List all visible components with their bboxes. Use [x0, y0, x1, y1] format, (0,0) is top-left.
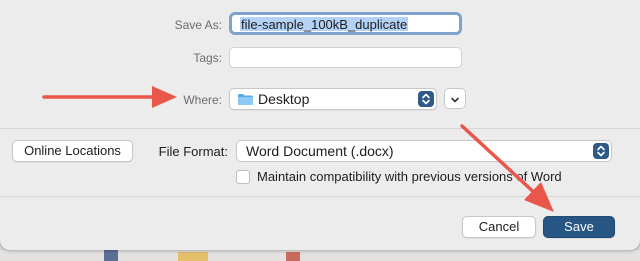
file-format-value: Word Document (.docx) [246, 143, 394, 159]
tags-input[interactable] [229, 47, 462, 68]
expand-dialog-button[interactable] [444, 88, 466, 109]
divider [0, 128, 640, 129]
filename-input[interactable]: file-sample_100kB_duplicate [229, 12, 462, 35]
chevron-down-icon [449, 93, 461, 111]
where-popup[interactable]: Desktop [229, 88, 437, 110]
background-element [286, 252, 300, 261]
tags-label: Tags: [193, 51, 222, 65]
file-format-popup[interactable]: Word Document (.docx) [236, 140, 612, 162]
where-label: Where: [183, 93, 222, 107]
save-dialog: Save As: file-sample_100kB_duplicate Tag… [0, 0, 640, 250]
cancel-button[interactable]: Cancel [462, 216, 536, 238]
compatibility-checkbox[interactable] [236, 170, 250, 184]
filename-text: file-sample_100kB_duplicate [240, 17, 409, 32]
save-as-label: Save As: [174, 18, 222, 32]
background-element [178, 252, 208, 261]
compatibility-label[interactable]: Maintain compatibility with previous ver… [257, 169, 562, 184]
divider [0, 196, 640, 197]
file-format-label: File Format: [158, 144, 228, 159]
up-down-chevron-icon[interactable] [418, 91, 434, 107]
where-value: Desktop [258, 91, 310, 107]
folder-icon [237, 93, 254, 106]
background-window-bottom [0, 250, 640, 261]
up-down-chevron-icon [593, 143, 609, 159]
save-button[interactable]: Save [543, 216, 615, 238]
online-locations-button[interactable]: Online Locations [12, 140, 133, 162]
background-element [104, 250, 118, 261]
